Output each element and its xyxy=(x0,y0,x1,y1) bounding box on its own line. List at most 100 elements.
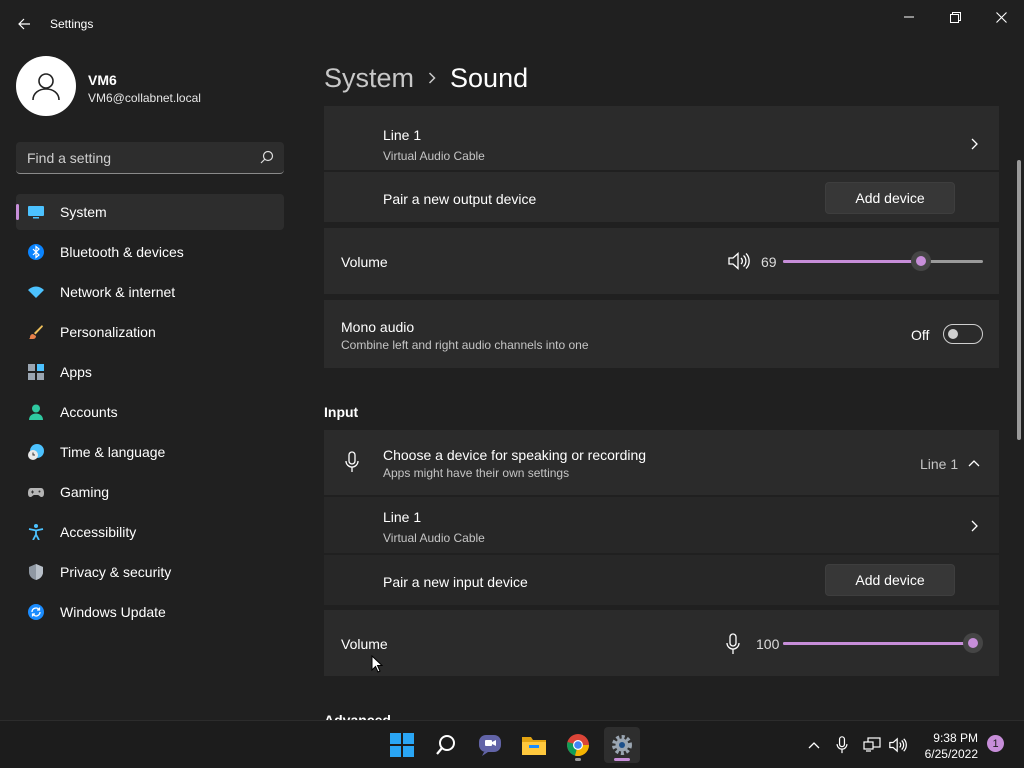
speaker-icon[interactable] xyxy=(728,252,750,270)
sidebar-item-accounts[interactable]: Accounts xyxy=(16,394,284,430)
output-volume-row: Volume 69 xyxy=(324,228,999,294)
microphone-icon xyxy=(836,736,848,754)
user-icon xyxy=(32,73,60,101)
profile-email: VM6@collabnet.local xyxy=(88,91,201,105)
system-icon xyxy=(28,206,44,219)
slider-thumb[interactable] xyxy=(963,633,983,653)
restore-button[interactable] xyxy=(932,4,978,30)
input-volume-value: 100 xyxy=(756,636,780,652)
sidebar-item-label: Accessibility xyxy=(60,524,137,540)
start-button[interactable] xyxy=(384,727,420,763)
output-device-name: Line 1 xyxy=(383,127,422,143)
file-explorer-button[interactable] xyxy=(516,727,552,763)
pair-input-label: Pair a new input device xyxy=(383,574,528,590)
chevron-right-icon xyxy=(971,520,978,532)
sidebar-item-label: Windows Update xyxy=(60,604,166,620)
back-arrow-icon xyxy=(18,18,30,30)
sidebar-item-apps[interactable]: Apps xyxy=(16,354,284,390)
chevron-right-icon xyxy=(428,72,436,84)
mono-audio-toggle[interactable] xyxy=(943,324,983,344)
toggle-knob xyxy=(948,329,958,339)
chrome-icon xyxy=(567,734,589,757)
choose-input-label: Choose a device for speaking or recordin… xyxy=(383,447,647,463)
taskbar-clock[interactable]: 9:38 PM 6/25/2022 xyxy=(925,730,978,762)
sidebar-item-privacy-security[interactable]: Privacy & security xyxy=(16,554,284,590)
accounts-icon xyxy=(29,404,43,420)
sidebar-item-windows-update[interactable]: Windows Update xyxy=(16,594,284,630)
shield-icon xyxy=(29,564,43,580)
input-device-name: Line 1 xyxy=(383,509,422,525)
window-title: Settings xyxy=(50,17,94,31)
sidebar-item-bluetooth[interactable]: Bluetooth & devices xyxy=(16,234,284,270)
output-device-row[interactable]: Line 1 Virtual Audio Cable xyxy=(324,106,999,170)
slider-fill xyxy=(783,260,921,263)
clock-date: 6/25/2022 xyxy=(924,747,978,761)
notification-badge[interactable]: 1 xyxy=(987,735,1004,752)
teams-chat-button[interactable] xyxy=(472,727,508,763)
add-output-device-button[interactable]: Add device xyxy=(825,182,955,214)
search-box[interactable] xyxy=(16,142,284,174)
breadcrumb-parent[interactable]: System xyxy=(324,63,414,94)
taskbar: 9:38 PM 6/25/2022 xyxy=(0,720,1024,768)
chrome-button[interactable] xyxy=(560,727,596,763)
sidebar-item-accessibility[interactable]: Accessibility xyxy=(16,514,284,550)
input-device-row[interactable]: Line 1 Virtual Audio Cable xyxy=(324,497,999,553)
search-input[interactable] xyxy=(16,142,252,173)
minimize-button[interactable] xyxy=(886,4,932,30)
chevron-right-icon xyxy=(971,138,978,150)
show-hidden-icons-button[interactable] xyxy=(804,735,824,755)
sidebar-item-label: Privacy & security xyxy=(60,564,172,580)
mouse-cursor-icon xyxy=(371,655,383,673)
close-button[interactable] xyxy=(978,4,1024,30)
output-volume-value: 69 xyxy=(761,254,777,270)
brush-icon xyxy=(29,325,43,339)
input-volume-row: Volume 100 xyxy=(324,610,999,676)
pair-output-label: Pair a new output device xyxy=(383,191,537,207)
mono-audio-row: Mono audio Combine left and right audio … xyxy=(324,300,999,368)
input-section-title: Input xyxy=(324,404,359,420)
sidebar-item-label: Network & internet xyxy=(60,284,176,300)
microphone-icon[interactable] xyxy=(726,633,740,655)
sidebar-item-network[interactable]: Network & internet xyxy=(16,274,284,310)
sidebar-item-label: Time & language xyxy=(60,444,166,460)
taskbar-search-button[interactable] xyxy=(428,727,464,763)
sidebar-item-system[interactable]: System xyxy=(16,194,284,230)
clock-time: 9:38 PM xyxy=(933,731,978,745)
scrollbar[interactable] xyxy=(1017,160,1021,440)
wifi-icon xyxy=(28,286,44,298)
settings-taskbar-button[interactable] xyxy=(604,727,640,763)
output-volume-slider[interactable] xyxy=(783,251,983,271)
input-volume-slider[interactable] xyxy=(783,633,983,653)
tray-network-button[interactable] xyxy=(862,735,882,755)
chevron-up-icon[interactable] xyxy=(968,459,980,467)
chevron-up-icon xyxy=(808,742,820,749)
accessibility-icon xyxy=(28,524,44,540)
settings-content: Line 1 Virtual Audio Cable Pair a new ou… xyxy=(324,106,999,722)
sidebar-item-gaming[interactable]: Gaming xyxy=(16,474,284,510)
sidebar-item-label: Apps xyxy=(60,364,92,380)
back-button[interactable] xyxy=(12,12,36,36)
settings-gear-icon xyxy=(612,735,632,755)
output-volume-label: Volume xyxy=(341,254,388,270)
minimize-icon xyxy=(904,16,914,18)
user-profile[interactable]: VM6 VM6@collabnet.local xyxy=(16,56,296,118)
network-icon xyxy=(863,737,881,752)
tray-microphone-button[interactable] xyxy=(832,735,852,755)
sidebar-item-personalization[interactable]: Personalization xyxy=(16,314,284,350)
active-indicator xyxy=(614,758,630,761)
sidebar-item-label: System xyxy=(60,204,107,220)
sidebar-item-label: Accounts xyxy=(60,404,118,420)
page-title: Sound xyxy=(450,62,529,93)
windows-start-icon xyxy=(390,733,414,757)
add-input-device-button[interactable]: Add device xyxy=(825,564,955,596)
choose-input-device-row[interactable]: Choose a device for speaking or recordin… xyxy=(324,430,999,495)
mono-audio-label: Mono audio xyxy=(341,319,415,335)
sidebar-item-label: Bluetooth & devices xyxy=(60,244,184,260)
mono-audio-state: Off xyxy=(911,327,930,343)
microphone-icon xyxy=(345,451,359,472)
sidebar-nav: System Bluetooth & devices Network & int… xyxy=(16,194,284,634)
slider-thumb[interactable] xyxy=(911,251,931,271)
tray-volume-button[interactable] xyxy=(888,735,908,755)
sidebar-item-time-language[interactable]: Time & language xyxy=(16,434,284,470)
sidebar-item-label: Gaming xyxy=(60,484,110,500)
